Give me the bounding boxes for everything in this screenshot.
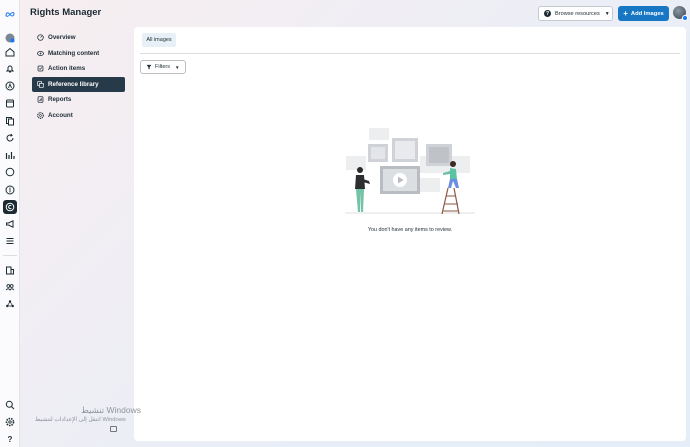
megaphone-icon[interactable]	[3, 217, 17, 231]
insights-icon[interactable]	[3, 148, 17, 162]
reference-library-icon	[36, 80, 44, 88]
monetization-icon[interactable]	[3, 183, 17, 197]
action-items-icon	[36, 65, 44, 73]
search-icon[interactable]	[3, 398, 17, 412]
svg-text:?: ?	[8, 435, 13, 444]
avatar[interactable]	[673, 6, 688, 21]
caret-down-icon: ▼	[174, 64, 180, 70]
keyboard-icon	[110, 426, 117, 432]
meta-logo-icon[interactable]	[3, 7, 17, 21]
rail-divider	[3, 255, 17, 256]
integrations-icon[interactable]	[3, 297, 17, 311]
side-nav: Overview Matching content Action items R…	[32, 30, 125, 124]
messenger-icon[interactable]	[3, 165, 17, 179]
refresh-icon[interactable]	[3, 131, 17, 145]
tab-all-images[interactable]: All images	[142, 33, 176, 47]
caret-down-icon: ▼	[604, 10, 610, 17]
tab-divider	[140, 53, 680, 54]
watermark-title: تنشيط Windows	[81, 405, 141, 415]
matching-content-icon	[36, 49, 44, 57]
calendar-icon[interactable]	[3, 96, 17, 110]
nav-item-label: Overview	[48, 34, 76, 41]
profile-icon[interactable]	[3, 31, 17, 45]
add-images-button[interactable]: + Add Images	[618, 6, 669, 21]
rights-manager-icon[interactable]	[3, 200, 17, 214]
nav-item-action-items[interactable]: Action items	[32, 61, 125, 76]
plus-icon: +	[623, 9, 628, 18]
filter-icon	[146, 64, 152, 70]
pages-icon[interactable]	[3, 114, 17, 128]
notifications-icon[interactable]	[3, 62, 17, 76]
nav-item-account[interactable]: Account	[32, 108, 125, 123]
help-icon[interactable]: ?	[3, 432, 17, 446]
filters-label: Filters	[155, 64, 170, 70]
home-icon[interactable]	[3, 45, 17, 59]
app-title: Rights Manager	[30, 7, 102, 18]
help-circle-icon: ?	[544, 10, 551, 17]
reports-icon	[36, 96, 44, 104]
overview-icon	[36, 34, 44, 42]
nav-item-label: Matching content	[48, 49, 100, 57]
filters-button[interactable]: Filters ▼	[140, 60, 186, 74]
icon-rail: ?	[0, 0, 20, 447]
nav-item-matching-content[interactable]: Matching content	[32, 46, 125, 61]
account-icon	[36, 111, 44, 119]
watermark-subtitle: انتقل إلى الإعدادات لتنشيط Windows	[35, 417, 126, 423]
settings-icon[interactable]	[3, 415, 17, 429]
empty-state-message: You don't have any items to review.	[367, 227, 453, 233]
people-icon[interactable]	[3, 280, 17, 294]
main-panel: All images Filters ▼ You don't have any …	[134, 27, 686, 441]
nav-item-reference-library[interactable]: Reference library	[32, 76, 125, 92]
browse-resources-button[interactable]: ? Browse resources ▼	[538, 6, 613, 21]
nav-item-label: Account	[48, 111, 73, 119]
menu-icon[interactable]	[3, 234, 17, 248]
business-icon[interactable]	[3, 263, 17, 277]
empty-state-illustration	[345, 128, 475, 215]
browse-resources-label: Browse resources	[555, 10, 600, 17]
nav-item-label: Reference library	[48, 80, 99, 88]
nav-item-label: Action items	[48, 65, 86, 73]
add-images-label: Add Images	[630, 10, 664, 17]
nav-item-reports[interactable]: Reports	[32, 92, 125, 107]
ads-icon[interactable]	[3, 79, 17, 93]
nav-item-label: Reports	[48, 96, 72, 104]
nav-item-overview[interactable]: Overview	[32, 30, 125, 45]
facebook-badge-icon	[682, 15, 688, 21]
